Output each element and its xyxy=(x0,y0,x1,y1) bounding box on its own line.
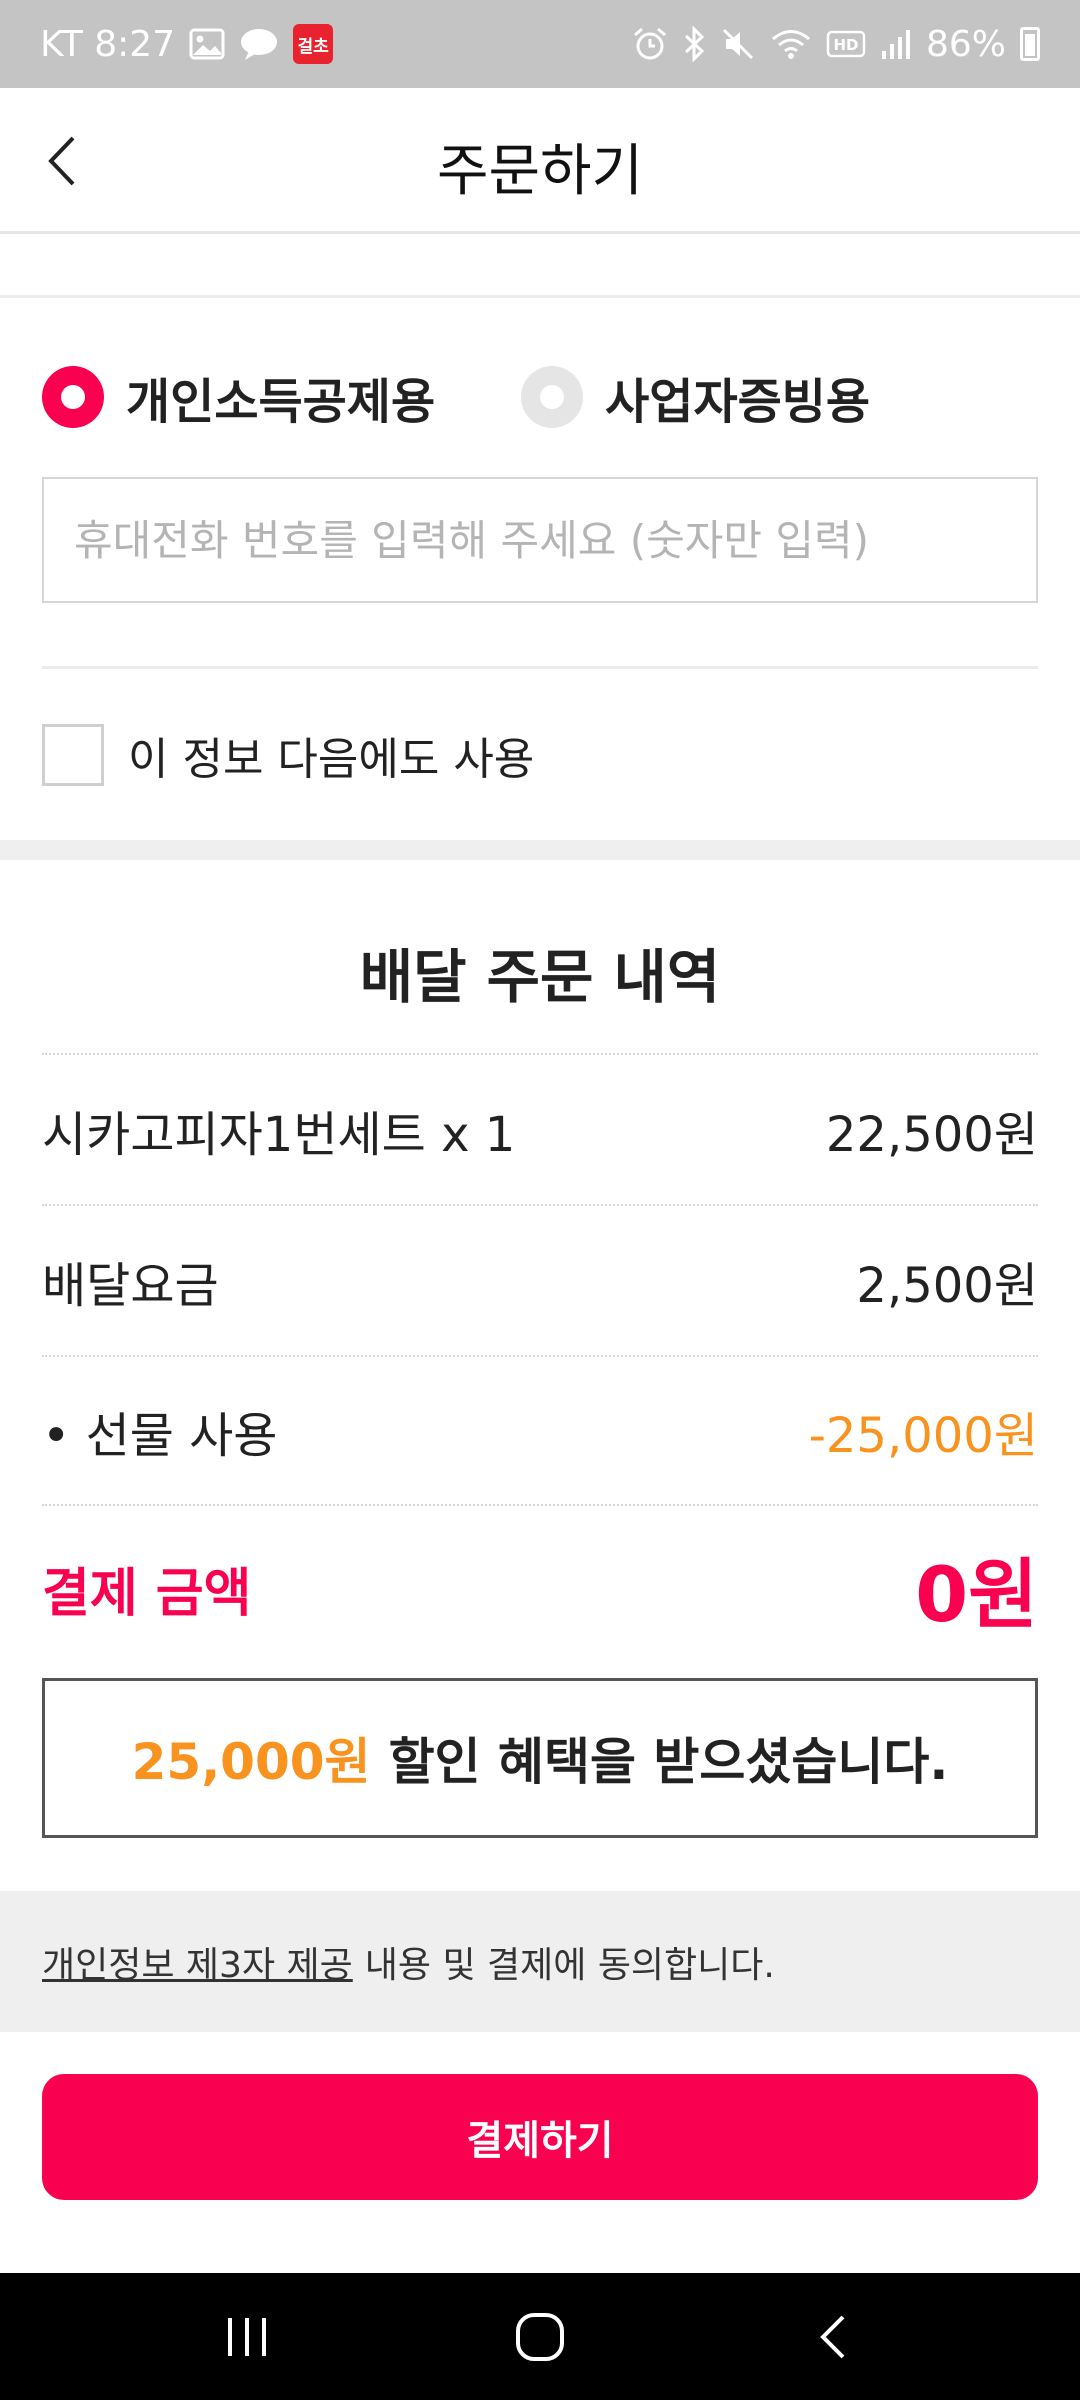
header-gap xyxy=(0,234,1080,298)
gift-usage-label: • 선물 사용 xyxy=(42,1407,278,1464)
signal-icon xyxy=(880,27,912,61)
battery-percent: 86% xyxy=(925,23,1006,65)
order-item-name: 시카고피자1번세트 x 1 xyxy=(42,1106,516,1163)
app-badge-icon: 걸초 xyxy=(293,24,334,64)
total-payment-row: 결제 금액 0원 xyxy=(42,1500,1038,1676)
status-bar: KT 8:27 걸초 HD 86% xyxy=(0,0,1080,88)
radio-business-proof[interactable]: 사업자증빙용 xyxy=(521,362,870,432)
back-icon xyxy=(820,2315,845,2358)
status-left: KT 8:27 걸초 xyxy=(40,23,334,65)
chat-bubble-icon xyxy=(239,27,279,61)
agreement-text: 내용 및 결제에 동의합니다. xyxy=(364,1944,775,1986)
radio-unselected-icon xyxy=(521,366,584,428)
remember-info-checkbox[interactable] xyxy=(42,724,104,786)
divider xyxy=(42,666,1038,669)
svg-text:HD: HD xyxy=(833,36,858,54)
delivery-fee-row: 배달요금 2,500원 xyxy=(42,1204,1038,1355)
delivery-fee-label: 배달요금 xyxy=(42,1257,219,1314)
agreement-bar: 개인정보 제3자 제공 내용 및 결제에 동의합니다. xyxy=(0,1891,1080,2032)
remember-info-label: 이 정보 다음에도 사용 xyxy=(128,734,535,785)
order-summary-list: 시카고피자1번세트 x 1 22,500원 배달요금 2,500원 • 선물 사… xyxy=(42,1053,1038,1506)
order-item-row: 시카고피자1번세트 x 1 22,500원 xyxy=(42,1053,1038,1204)
radio-selected-icon xyxy=(42,366,104,428)
order-summary-title: 배달 주문 내역 xyxy=(359,943,721,1011)
recent-apps-icon xyxy=(227,2317,266,2356)
radio-label-business: 사업자증빙용 xyxy=(605,374,871,430)
page-title: 주문하기 xyxy=(436,139,644,204)
gift-usage-row: • 선물 사용 -25,000원 xyxy=(42,1355,1038,1506)
hd-icon: HD xyxy=(826,28,866,60)
radio-label-personal: 개인소득공제용 xyxy=(126,374,436,430)
section-separator xyxy=(0,840,1080,860)
recent-apps-button[interactable] xyxy=(187,2287,307,2387)
total-payment-label: 결제 금액 xyxy=(42,1563,252,1624)
pay-button[interactable]: 결제하기 xyxy=(42,2074,1038,2200)
gift-usage-amount: -25,000원 xyxy=(808,1407,1038,1464)
delivery-fee-amount: 2,500원 xyxy=(856,1257,1038,1314)
carrier-time: KT 8:27 xyxy=(40,23,176,65)
privacy-third-party-link[interactable]: 개인정보 제3자 제공 xyxy=(42,1936,353,1988)
benefit-amount: 25,000원 xyxy=(131,1733,371,1791)
radio-personal-deduction[interactable]: 개인소득공제용 xyxy=(42,362,435,432)
system-nav-bar xyxy=(0,2273,1080,2400)
order-page: KT 8:27 걸초 HD 86% 주문하기 개인소득공제용 사업자증빙용 휴대… xyxy=(0,0,1080,2400)
battery-icon xyxy=(1020,27,1040,61)
app-header: 주문하기 xyxy=(0,88,1080,234)
wifi-icon xyxy=(770,27,812,61)
receipt-type-selector: 개인소득공제용 사업자증빙용 xyxy=(42,362,870,432)
phone-number-input[interactable] xyxy=(42,477,1038,603)
order-item-price: 22,500원 xyxy=(825,1106,1038,1163)
benefit-text: 할인 혜택을 받으셨습니다. xyxy=(388,1733,949,1791)
bluetooth-icon xyxy=(682,26,706,62)
home-button[interactable] xyxy=(480,2287,600,2387)
home-icon xyxy=(515,2312,564,2361)
discount-benefit-box: 25,000원 할인 혜택을 받으셨습니다. xyxy=(42,1678,1038,1838)
mute-icon xyxy=(720,26,756,62)
total-payment-amount: 0원 xyxy=(915,1550,1038,1639)
alarm-icon xyxy=(632,26,668,62)
system-back-button[interactable] xyxy=(773,2287,893,2387)
status-right: HD 86% xyxy=(632,24,1040,65)
remember-info-checkbox-row[interactable]: 이 정보 다음에도 사용 xyxy=(42,723,534,787)
image-icon xyxy=(189,28,225,60)
